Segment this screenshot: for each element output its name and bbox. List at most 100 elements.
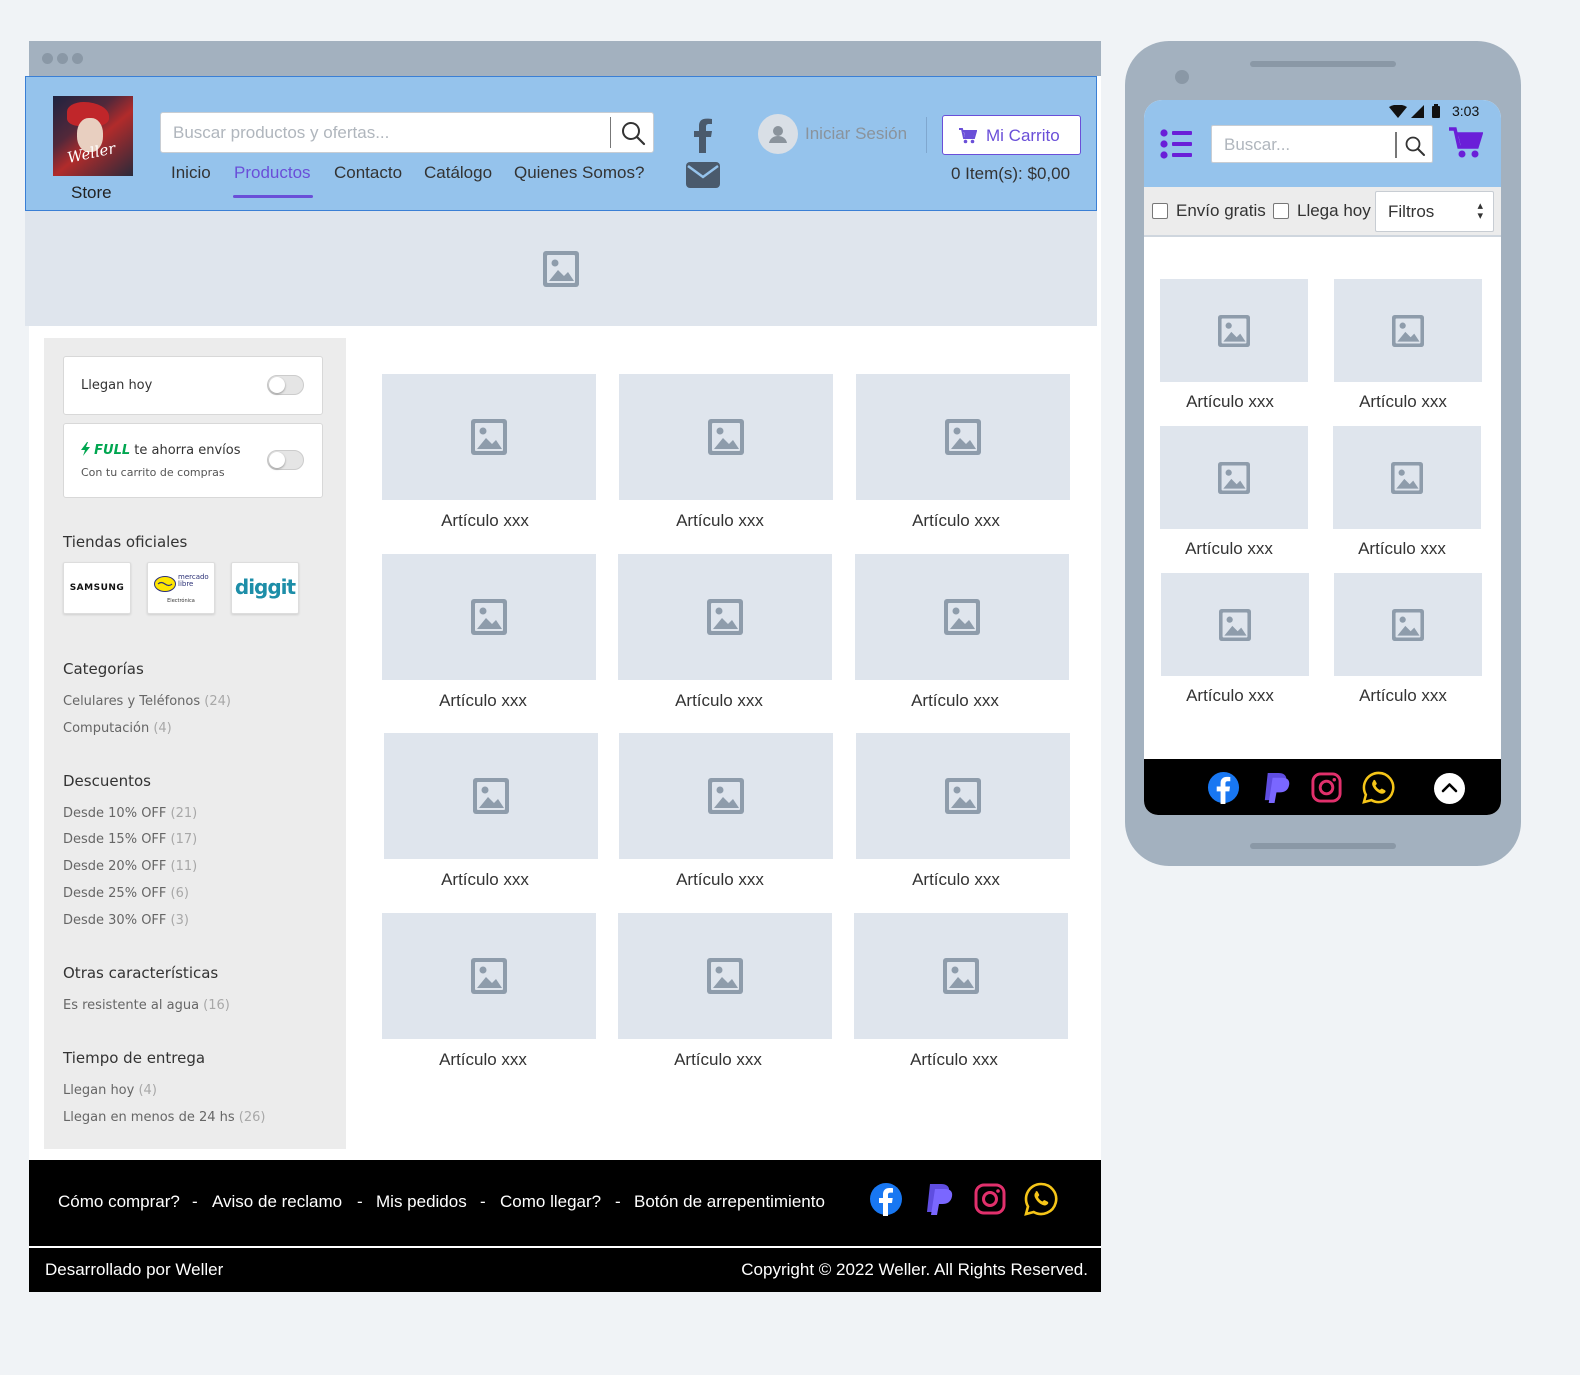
- product-title[interactable]: Artículo xxx: [848, 691, 1062, 711]
- product-image[interactable]: [854, 913, 1068, 1039]
- mobile-product-image[interactable]: [1334, 573, 1482, 676]
- store-logo[interactable]: Weller: [53, 96, 133, 176]
- mobile-product-title[interactable]: Artículo xxx: [1156, 392, 1304, 412]
- toggle-full[interactable]: [267, 450, 304, 470]
- product-image[interactable]: [856, 733, 1070, 859]
- full-shipping-label: FULL te ahorra envíos: [81, 442, 241, 458]
- cart-icon[interactable]: [1449, 127, 1483, 159]
- product-title[interactable]: Artículo xxx: [612, 691, 826, 711]
- footer-link-complaint[interactable]: Aviso de reclamo: [212, 1192, 342, 1212]
- full-subtext: Con tu carrito de compras: [81, 466, 225, 479]
- battery-icon: [1432, 104, 1440, 118]
- product-title[interactable]: Artículo xxx: [376, 1050, 590, 1070]
- mobile-product-title[interactable]: Artículo xxx: [1329, 686, 1477, 706]
- menu-list-icon[interactable]: [1160, 129, 1192, 159]
- toggle-today[interactable]: [267, 375, 304, 395]
- delivery-item[interactable]: Llegan en menos de 24 hs (26): [63, 1110, 265, 1125]
- paypal-icon[interactable]: [921, 1182, 955, 1216]
- scroll-top-button[interactable]: [1434, 773, 1465, 804]
- footer-bottom-bar: Desarrollado por Weller Copyright © 2022…: [29, 1248, 1101, 1292]
- delivery-item[interactable]: Llegan hoy (4): [63, 1083, 157, 1098]
- nav-catalogo[interactable]: Catálogo: [424, 163, 492, 183]
- product-title[interactable]: Artículo xxx: [378, 511, 592, 531]
- product-title[interactable]: Artículo xxx: [378, 870, 592, 890]
- product-image[interactable]: [618, 913, 832, 1039]
- instagram-icon[interactable]: [1310, 771, 1343, 804]
- product-image[interactable]: [384, 733, 598, 859]
- product-title[interactable]: Artículo xxx: [849, 511, 1063, 531]
- checkbox-free-shipping[interactable]: [1152, 203, 1168, 219]
- image-placeholder-icon: [543, 251, 579, 287]
- footer-link-how-to-buy[interactable]: Cómo comprar?: [58, 1192, 180, 1212]
- product-image[interactable]: [382, 554, 596, 680]
- discount-item[interactable]: Desde 15% OFF (17): [63, 832, 197, 847]
- mobile-filter-bar: Envío gratis Llega hoy Filtros ▴ ▾: [1144, 187, 1501, 237]
- facebook-icon[interactable]: [1207, 771, 1240, 804]
- product-title[interactable]: Artículo xxx: [376, 691, 590, 711]
- mobile-product-image[interactable]: [1161, 573, 1309, 676]
- store-diggit[interactable]: diggit: [231, 562, 299, 614]
- filter-card-today: Llegan hoy: [63, 356, 323, 415]
- image-placeholder-icon: [707, 599, 743, 635]
- category-item[interactable]: Celulares y Teléfonos (24): [63, 694, 231, 709]
- mobile-product-image[interactable]: [1333, 426, 1481, 529]
- product-image[interactable]: [855, 554, 1069, 680]
- mobile-product-image[interactable]: [1160, 279, 1308, 382]
- whatsapp-icon[interactable]: [1024, 1182, 1058, 1216]
- feature-item[interactable]: Es resistente al agua (16): [63, 998, 230, 1013]
- discount-item[interactable]: Desde 10% OFF (21): [63, 806, 197, 821]
- mobile-product-title[interactable]: Artículo xxx: [1155, 539, 1303, 559]
- mobile-search-input[interactable]: [1224, 134, 1384, 156]
- product-title[interactable]: Artículo xxx: [849, 870, 1063, 890]
- filters-select[interactable]: Filtros ▴ ▾: [1375, 191, 1494, 232]
- nav-contacto[interactable]: Contacto: [334, 163, 402, 183]
- select-arrows-icon: ▴ ▾: [1477, 199, 1483, 222]
- product-image[interactable]: [382, 913, 596, 1039]
- facebook-icon[interactable]: [692, 117, 714, 153]
- product-image[interactable]: [382, 374, 596, 500]
- mobile-product-title[interactable]: Artículo xxx: [1329, 392, 1477, 412]
- product-image[interactable]: [618, 554, 832, 680]
- search-button[interactable]: [619, 119, 647, 147]
- other-features-title: Otras características: [63, 964, 219, 982]
- footer-link-regret-button[interactable]: Botón de arrepentimiento: [634, 1192, 825, 1212]
- discount-item[interactable]: Desde 25% OFF (6): [63, 886, 189, 901]
- product-image[interactable]: [619, 733, 833, 859]
- cart-button[interactable]: Mi Carrito: [942, 115, 1081, 155]
- facebook-icon[interactable]: [869, 1182, 903, 1216]
- discount-item[interactable]: Desde 20% OFF (11): [63, 859, 197, 874]
- whatsapp-icon[interactable]: [1362, 771, 1395, 804]
- footer-link-orders[interactable]: Mis pedidos: [376, 1192, 467, 1212]
- search-input[interactable]: [173, 121, 593, 145]
- mobile-product-image[interactable]: [1160, 426, 1308, 529]
- store-samsung[interactable]: SAMSUNG: [63, 562, 131, 614]
- store-mercadolibre[interactable]: mercado libre Electrónica: [147, 562, 215, 614]
- image-placeholder-icon: [1219, 609, 1251, 641]
- nav-quienes-somos[interactable]: Quienes Somos?: [514, 163, 644, 183]
- instagram-icon[interactable]: [973, 1182, 1007, 1216]
- product-image[interactable]: [856, 374, 1070, 500]
- product-image[interactable]: [619, 374, 833, 500]
- discount-item[interactable]: Desde 30% OFF (3): [63, 913, 189, 928]
- product-title[interactable]: Artículo xxx: [613, 511, 827, 531]
- category-item[interactable]: Computación (4): [63, 721, 172, 736]
- product-title[interactable]: Artículo xxx: [613, 870, 827, 890]
- discounts-title: Descuentos: [63, 772, 151, 790]
- product-title[interactable]: Artículo xxx: [847, 1050, 1061, 1070]
- nav-inicio[interactable]: Inicio: [171, 163, 211, 183]
- image-placeholder-icon: [471, 958, 507, 994]
- mail-icon[interactable]: [686, 162, 720, 188]
- image-placeholder-icon: [944, 599, 980, 635]
- mobile-product-image[interactable]: [1334, 279, 1482, 382]
- mobile-product-title[interactable]: Artículo xxx: [1156, 686, 1304, 706]
- checkbox-arrives-today[interactable]: [1273, 203, 1289, 219]
- nav-active-underline: [233, 195, 313, 198]
- window-dot: [42, 53, 53, 64]
- mobile-product-title[interactable]: Artículo xxx: [1328, 539, 1476, 559]
- paypal-icon[interactable]: [1259, 771, 1292, 804]
- logo-signature: Weller: [65, 139, 118, 167]
- footer-link-directions[interactable]: Como llegar?: [500, 1192, 601, 1212]
- search-icon[interactable]: [1404, 135, 1426, 157]
- nav-productos[interactable]: Productos: [234, 163, 311, 183]
- product-title[interactable]: Artículo xxx: [611, 1050, 825, 1070]
